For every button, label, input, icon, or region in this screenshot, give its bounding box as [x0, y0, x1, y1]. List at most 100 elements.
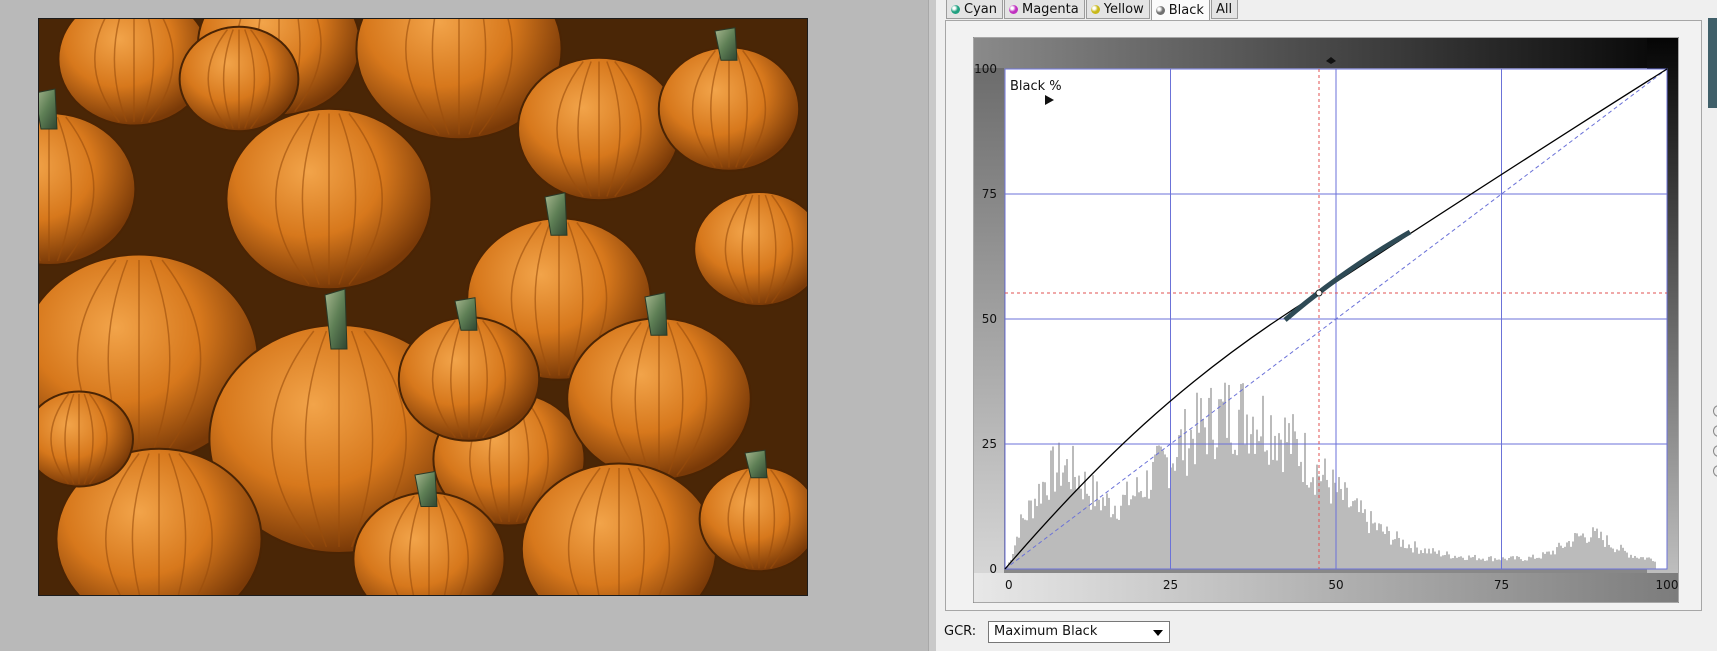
histogram-bar: [1630, 554, 1632, 569]
histogram-bar: [1540, 558, 1542, 569]
histogram-bar: [1348, 507, 1350, 569]
histogram-bar: [1444, 555, 1446, 569]
histogram-bar: [1578, 536, 1580, 569]
tab-cyan[interactable]: Cyan: [946, 0, 1003, 19]
tab-black[interactable]: Black: [1150, 0, 1210, 21]
histogram-bar: [1428, 548, 1430, 569]
histogram-bar: [1290, 453, 1292, 569]
histogram-bar: [1398, 537, 1400, 569]
histogram-bar: [1228, 384, 1230, 569]
histogram-bar: [1572, 541, 1574, 569]
histogram-bar: [1072, 445, 1074, 569]
gcr-dropdown[interactable]: Maximum Black: [988, 621, 1170, 643]
histogram-bar: [1378, 523, 1380, 569]
histogram-bar: [1196, 392, 1198, 569]
histogram-bar: [1162, 450, 1164, 569]
histogram-bar: [1204, 427, 1206, 569]
histogram-bar: [1414, 541, 1416, 569]
histogram-bar: [1274, 435, 1276, 569]
radio-option-4[interactable]: [1713, 465, 1717, 477]
histogram-bar: [1322, 474, 1324, 569]
histogram-bar: [1366, 521, 1368, 569]
channel-tabs: Cyan Magenta Yellow Black All: [946, 0, 1239, 21]
histogram-bar: [1120, 505, 1122, 569]
histogram-bar: [1278, 433, 1280, 569]
histogram-bar: [1178, 435, 1180, 569]
tab-magenta[interactable]: Magenta: [1003, 0, 1085, 19]
histogram-bar: [1124, 494, 1126, 569]
histogram-bar: [1066, 459, 1068, 569]
histogram-bar: [1254, 453, 1256, 569]
x-tick-label: 0: [1005, 578, 1013, 592]
histogram-bar: [1562, 547, 1564, 569]
histogram-bar: [1404, 548, 1406, 569]
histogram-bar: [1570, 546, 1572, 569]
histogram-bar: [1622, 547, 1624, 569]
radio-option-3[interactable]: [1713, 445, 1717, 457]
histogram-bar: [1128, 505, 1130, 569]
histogram-bar: [1218, 399, 1220, 569]
histogram-bar: [1052, 446, 1054, 569]
tab-label: Cyan: [964, 1, 997, 17]
cyan-channel-icon: [951, 4, 960, 14]
histogram-bar: [1168, 488, 1170, 569]
black-channel-icon: [1155, 6, 1165, 15]
histogram-bar: [1492, 561, 1494, 569]
histogram-bar: [1652, 561, 1654, 569]
histogram-bar: [1548, 551, 1550, 569]
curve-point[interactable]: [1315, 289, 1323, 297]
histogram-bar: [1216, 447, 1218, 569]
histogram-bar: [1248, 453, 1250, 569]
histogram-bar: [1172, 463, 1174, 569]
histogram-bar: [1486, 560, 1488, 569]
radio-option-1[interactable]: [1713, 405, 1717, 417]
histogram-bar: [1062, 472, 1064, 569]
histogram-bar: [1642, 557, 1644, 569]
histogram-bar: [1384, 534, 1386, 569]
histogram-bar: [1596, 528, 1598, 569]
histogram-bar: [1222, 401, 1224, 569]
histogram-bar: [1280, 439, 1282, 569]
histogram-bar: [1460, 556, 1462, 569]
tab-label: Magenta: [1021, 1, 1079, 17]
histogram-bar: [1458, 556, 1460, 569]
tab-all[interactable]: All: [1210, 0, 1239, 19]
histogram-bar: [1580, 535, 1582, 569]
histogram-bar: [1392, 539, 1394, 569]
histogram-bar: [1382, 531, 1384, 569]
histogram-bar: [1554, 554, 1556, 569]
histogram-bar: [1084, 471, 1086, 569]
histogram-bar: [1244, 444, 1246, 569]
image-preview-area: [0, 0, 930, 651]
channel-label: Black %: [1010, 79, 1062, 94]
histogram-bar: [1470, 557, 1472, 569]
histogram-bar: [1030, 500, 1032, 569]
histogram-bar: [1016, 536, 1018, 569]
histogram-bar: [1638, 558, 1640, 569]
histogram-bar: [1620, 544, 1622, 569]
histogram-bar: [1114, 505, 1116, 569]
chevron-down-icon[interactable]: [1153, 630, 1163, 636]
histogram-bar: [1032, 518, 1034, 569]
histogram-bar: [1108, 497, 1110, 569]
histogram-bar: [1342, 499, 1344, 569]
tab-label: All: [1215, 1, 1233, 17]
histogram-bar: [1294, 431, 1296, 569]
histogram-bar: [1102, 497, 1104, 569]
histogram-bar: [1536, 557, 1538, 569]
radio-option-2[interactable]: [1713, 425, 1717, 437]
curves-graph[interactable]: Black % 0 25 50 75 100 0 25 50 75 100: [973, 37, 1679, 603]
histogram-bar: [1252, 416, 1254, 569]
histogram-bar: [1422, 553, 1424, 569]
histogram-bar: [1080, 488, 1082, 569]
histogram-bar: [1542, 552, 1544, 569]
tab-yellow[interactable]: Yellow: [1085, 0, 1150, 19]
histogram-bar: [1586, 542, 1588, 569]
histogram-bar: [1410, 548, 1412, 569]
histogram-bar: [1056, 472, 1058, 569]
histogram-bar: [1390, 544, 1392, 569]
histogram-bar: [1646, 557, 1648, 569]
histogram-bar: [1496, 559, 1498, 569]
histogram-bar: [1176, 457, 1178, 569]
histogram-bar: [1648, 557, 1650, 569]
